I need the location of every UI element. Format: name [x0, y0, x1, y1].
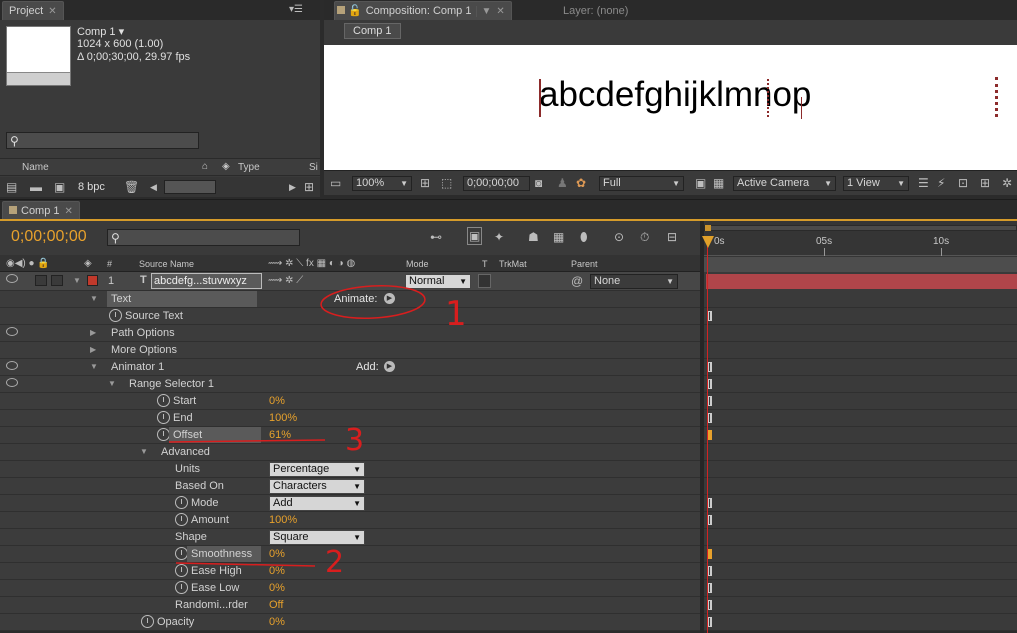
annotation-number-2: 2 [325, 545, 344, 580]
annotation-number-1: 1 [445, 294, 467, 334]
annotation-underline-smoothness [175, 562, 316, 567]
annotation-number-3: 3 [345, 423, 364, 458]
annotation-overlay: 1 3 2 [168, 285, 467, 580]
annotation-underline-offset [168, 439, 326, 443]
annotation-circle [320, 285, 426, 319]
